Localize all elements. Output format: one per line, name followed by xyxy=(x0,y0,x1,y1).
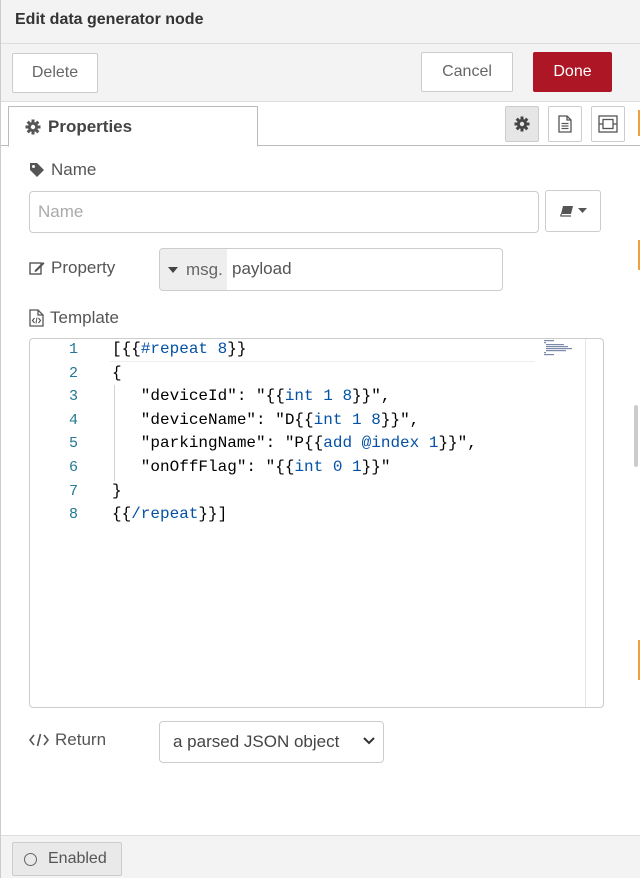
caret-down-icon xyxy=(577,208,587,213)
editor-scrollbar[interactable] xyxy=(585,339,586,707)
tray-scrollbar[interactable] xyxy=(634,405,638,467)
tag-icon xyxy=(30,163,44,177)
code-line: "deviceName": "D{{int 1 8}}", xyxy=(112,411,420,429)
property-typed-input[interactable]: msg. payload xyxy=(159,248,503,291)
tab-bar: Properties xyxy=(1,102,640,147)
caret-down-icon xyxy=(168,266,178,273)
code-line: "parkingName": "P{{add @index 1}}", xyxy=(112,434,477,452)
line-number: 2 xyxy=(68,365,78,382)
return-type-select[interactable]: a parsed JSON object xyxy=(159,721,384,763)
template-code-editor[interactable]: 1 2 3 4 5 6 7 8 [{{#repeat 8}} { "device… xyxy=(29,338,604,708)
file-code-icon xyxy=(29,309,44,327)
edit-icon xyxy=(29,262,45,275)
name-input[interactable] xyxy=(29,191,539,233)
name-label: Name xyxy=(29,160,96,180)
tray-footer: Enabled xyxy=(1,835,640,878)
tab-properties[interactable]: Properties xyxy=(8,106,258,147)
return-label-text: Return xyxy=(55,730,107,749)
code-minimap xyxy=(544,340,572,356)
tab-properties-label: Properties xyxy=(48,116,133,136)
property-value[interactable]: payload xyxy=(232,259,292,279)
tab-description[interactable] xyxy=(548,106,582,142)
return-selected-value: a parsed JSON object xyxy=(173,732,340,751)
line-number: 3 xyxy=(68,388,78,405)
property-type-select[interactable]: msg. xyxy=(160,249,227,290)
tab-appearance[interactable] xyxy=(591,106,625,142)
enabled-label: Enabled xyxy=(48,850,107,867)
line-number: 4 xyxy=(68,412,78,429)
line-number: 1 xyxy=(68,341,78,358)
library-button[interactable] xyxy=(545,190,601,232)
tray-toolbar: Delete Cancel Done xyxy=(1,44,640,102)
done-button[interactable]: Done xyxy=(533,52,612,92)
property-label-text: Property xyxy=(51,258,116,277)
book-icon xyxy=(559,206,573,217)
description-icon xyxy=(558,115,572,133)
cancel-button[interactable]: Cancel xyxy=(421,52,513,92)
code-line: [{{#repeat 8}} xyxy=(112,340,247,358)
line-number: 7 xyxy=(68,483,78,500)
appearance-icon xyxy=(598,115,618,133)
code-line: {{/repeat}}] xyxy=(112,505,228,523)
template-label-text: Template xyxy=(50,308,119,327)
tray-header: Edit data generator node xyxy=(1,0,640,44)
return-label: Return xyxy=(29,730,106,750)
code-line: { xyxy=(112,364,122,382)
code-line: } xyxy=(112,482,122,500)
property-type-label: msg. xyxy=(186,259,223,279)
template-label: Template xyxy=(29,308,119,328)
delete-button[interactable]: Delete xyxy=(12,53,98,93)
line-number: 5 xyxy=(68,435,78,452)
property-label: Property xyxy=(29,258,115,278)
line-number-gutter: 1 2 3 4 5 6 7 8 xyxy=(30,339,90,707)
chevron-down-icon xyxy=(363,737,375,745)
code-icon xyxy=(29,733,49,747)
edit-node-tray: Edit data generator node Delete Cancel D… xyxy=(0,0,640,878)
tray-title: Edit data generator node xyxy=(15,11,204,28)
circle-icon xyxy=(24,852,37,866)
name-label-text: Name xyxy=(51,160,97,179)
tab-settings[interactable] xyxy=(505,106,539,142)
enabled-toggle-button[interactable]: Enabled xyxy=(12,842,122,876)
line-number: 6 xyxy=(68,459,78,476)
code-line: "deviceId": "{{int 1 8}}", xyxy=(112,387,391,405)
gear-icon xyxy=(514,116,530,132)
gear-icon xyxy=(25,119,41,134)
line-number: 8 xyxy=(68,506,78,523)
code-line: "onOffFlag": "{{int 0 1}}" xyxy=(112,458,391,476)
